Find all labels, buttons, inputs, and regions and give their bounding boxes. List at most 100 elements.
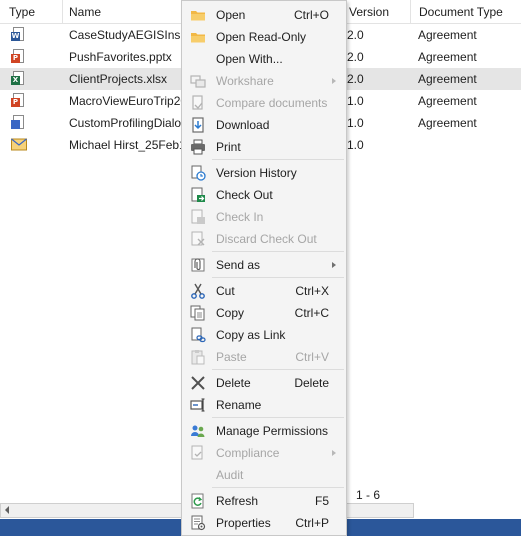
menu-item-cut[interactable]: Cut Ctrl+X: [182, 280, 346, 302]
compliance-icon: [191, 445, 203, 460]
column-header-document-type[interactable]: Document Type: [410, 0, 521, 24]
menu-separator: [212, 159, 344, 160]
menu-item-check-out[interactable]: Check Out: [182, 184, 346, 206]
menu-shortcut: Ctrl+V: [295, 350, 329, 364]
check-in-icon: [191, 209, 205, 224]
menu-item-compliance: Compliance: [182, 442, 346, 464]
menu-label: Audit: [216, 468, 244, 482]
menu-label: Download: [216, 118, 270, 132]
context-menu: Open Ctrl+O Open Read-Only Open With... …: [181, 0, 347, 536]
printer-icon: [191, 139, 205, 155]
file-name: ClientProjects.xlsx: [69, 72, 168, 86]
file-name: Michael Hirst_25Feb1: [69, 138, 186, 152]
menu-shortcut: Ctrl+O: [293, 8, 329, 22]
menu-label: Compare documents: [216, 96, 328, 110]
menu-label: Manage Permissions: [216, 424, 329, 438]
file-type-icon: X: [11, 71, 25, 87]
menu-label: Discard Check Out: [216, 232, 317, 246]
menu-item-open-with[interactable]: Open With...: [182, 48, 346, 70]
menu-label: Check In: [216, 210, 264, 224]
menu-item-rename[interactable]: Rename: [182, 394, 346, 416]
menu-item-paste: Paste Ctrl+V: [182, 346, 346, 368]
link-icon: [191, 327, 206, 343]
menu-item-discard-check-out: Discard Check Out: [182, 228, 346, 250]
menu-label: Cut: [216, 284, 235, 298]
version-history-icon: [191, 165, 206, 181]
menu-item-print[interactable]: Print: [182, 136, 346, 158]
menu-item-version-history[interactable]: Version History: [182, 162, 346, 184]
menu-item-delete[interactable]: Delete Delete: [182, 372, 346, 394]
file-type-icon: [11, 137, 27, 153]
menu-label: Workshare: [216, 74, 274, 88]
menu-label: Copy as Link: [216, 328, 286, 342]
file-badge: [11, 120, 20, 129]
menu-item-refresh[interactable]: Refresh F5: [182, 490, 346, 512]
file-document-type: Agreement: [418, 50, 477, 64]
check-out-icon: [191, 187, 205, 202]
menu-item-open[interactable]: Open Ctrl+O: [182, 4, 346, 26]
menu-item-open-read-only[interactable]: Open Read-Only: [182, 26, 346, 48]
menu-item-properties[interactable]: Properties Ctrl+P: [182, 512, 346, 534]
menu-label: Compliance: [216, 446, 280, 460]
column-header-version[interactable]: Version: [342, 0, 410, 24]
menu-item-send-as[interactable]: Send as: [182, 254, 346, 276]
file-version: 2.0: [347, 50, 364, 64]
paste-icon: [191, 350, 205, 365]
compare-icon: [192, 95, 203, 110]
menu-label: Properties: [216, 516, 271, 530]
menu-shortcut: Ctrl+C: [294, 306, 329, 320]
menu-item-copy-as-link[interactable]: Copy as Link: [182, 324, 346, 346]
file-version: 1.0: [347, 94, 364, 108]
menu-label: Print: [216, 140, 241, 154]
menu-shortcut: Delete: [294, 376, 329, 390]
menu-separator: [212, 417, 344, 418]
file-document-type: Agreement: [418, 72, 477, 86]
file-version: 2.0: [347, 72, 364, 86]
delete-x-icon: [191, 376, 205, 390]
menu-item-manage-permissions[interactable]: Manage Permissions: [182, 420, 346, 442]
scroll-left-arrow-icon[interactable]: [5, 506, 9, 514]
column-header-type[interactable]: Type: [0, 0, 62, 24]
menu-label: Paste: [216, 350, 247, 364]
workshare-icon: [190, 75, 206, 88]
file-type-icon: P: [11, 49, 25, 65]
menu-label: Refresh: [216, 494, 259, 508]
file-type-icon: [11, 115, 25, 131]
menu-shortcut: F5: [314, 494, 329, 508]
menu-separator: [212, 369, 344, 370]
file-document-type: Agreement: [418, 94, 477, 108]
scissors-icon: [191, 283, 205, 299]
file-version: 1.0: [347, 116, 364, 130]
menu-shortcut: Ctrl+P: [295, 516, 329, 530]
menu-shortcut: Ctrl+X: [295, 284, 329, 298]
menu-label: Version History: [216, 166, 297, 180]
properties-icon: [191, 515, 206, 531]
file-name: MacroViewEuroTrip20: [69, 94, 188, 108]
file-badge: P: [11, 54, 20, 63]
file-badge: X: [11, 76, 20, 85]
download-icon: [192, 117, 204, 133]
menu-label: Open: [216, 8, 246, 22]
pager-range: 1 - 6: [356, 488, 381, 502]
menu-item-workshare: Workshare: [182, 70, 346, 92]
file-version: 2.0: [347, 28, 364, 42]
file-name: PushFavorites.pptx: [69, 50, 172, 64]
menu-separator: [212, 277, 344, 278]
file-document-type: Agreement: [418, 28, 477, 42]
users-icon: [191, 425, 205, 437]
menu-item-audit: Audit: [182, 464, 346, 486]
refresh-icon: [191, 493, 204, 509]
file-type-icon: W: [11, 27, 25, 43]
menu-item-copy[interactable]: Copy Ctrl+C: [182, 302, 346, 324]
menu-label: Delete: [216, 376, 251, 390]
submenu-arrow-icon: [332, 450, 336, 456]
file-name: CaseStudyAEGISInsur: [69, 28, 192, 42]
folder-icon: [191, 11, 205, 21]
paperclip-icon: [191, 258, 205, 272]
menu-item-check-in: Check In: [182, 206, 346, 228]
menu-item-download[interactable]: Download: [182, 114, 346, 136]
copy-icon: [190, 305, 205, 321]
file-badge: P: [11, 98, 20, 107]
file-type-icon: P: [11, 93, 25, 109]
menu-label: Send as: [216, 258, 261, 272]
